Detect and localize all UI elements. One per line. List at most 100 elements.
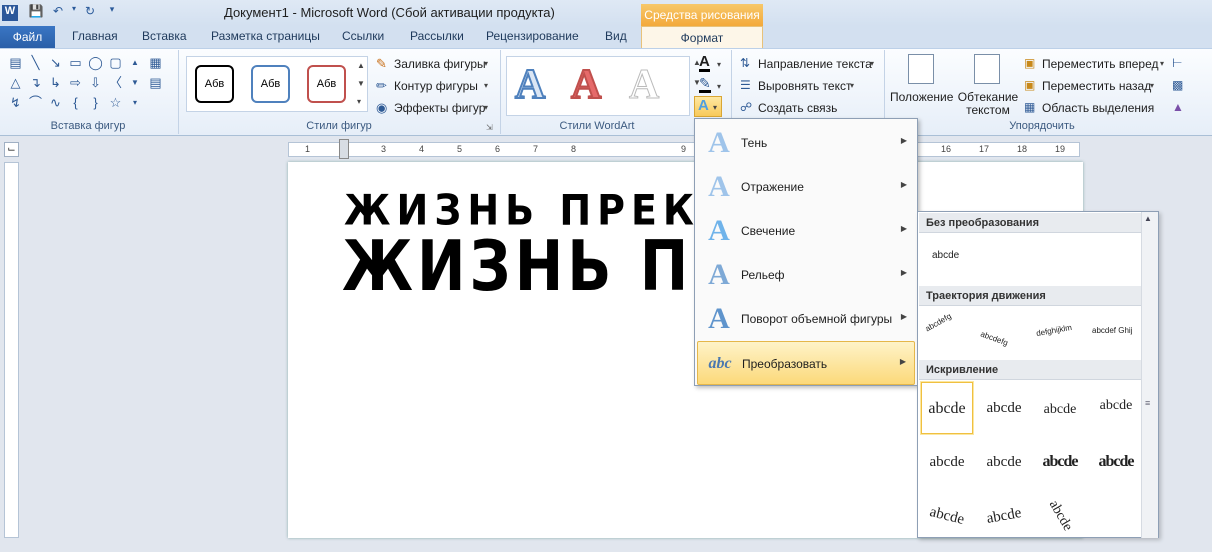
- group-icon[interactable]: ▩: [1172, 78, 1183, 92]
- warp-plain[interactable]: abcde: [921, 382, 973, 434]
- word-app-icon[interactable]: W: [2, 5, 18, 21]
- save-icon[interactable]: 💾: [28, 4, 44, 20]
- warp-circle[interactable]: abcde: [1024, 480, 1095, 551]
- submenu-scrollbar[interactable]: ▲ ≡: [1141, 212, 1158, 538]
- edit-shape-icon[interactable]: ▦: [146, 54, 165, 72]
- left-brace-shape-icon[interactable]: {: [66, 94, 85, 112]
- bring-forward-button[interactable]: ▣ Переместить вперед ▾: [1024, 54, 1164, 74]
- position-button[interactable]: Положение: [890, 54, 953, 118]
- star-shape-icon[interactable]: ☆: [106, 94, 125, 112]
- right-brace-shape-icon[interactable]: }: [86, 94, 105, 112]
- group-label-insert-shapes: Вставка фигур: [50, 120, 126, 132]
- warp-chevron-up[interactable]: abcde: [921, 436, 973, 488]
- shapes-scroll-up-icon[interactable]: ▲: [128, 54, 142, 72]
- shape-styles-more-icon[interactable]: ▾: [357, 97, 361, 106]
- wordart-styles-gallery[interactable]: A A A: [506, 56, 690, 116]
- tab-file[interactable]: Файл: [0, 26, 55, 48]
- curve-shape-icon[interactable]: ∿: [46, 94, 65, 112]
- path-circle[interactable]: defghijklm: [1032, 308, 1088, 358]
- redo-icon[interactable]: ↻: [82, 4, 98, 20]
- rectangle-shape-icon[interactable]: ▭: [66, 54, 85, 72]
- line-shape-icon[interactable]: ╲: [26, 54, 45, 72]
- wordart-style-blue[interactable]: A: [514, 61, 546, 109]
- elbow-connector-icon[interactable]: ↴: [26, 74, 45, 92]
- wordart-style-white[interactable]: A: [628, 61, 659, 109]
- tab-mailings[interactable]: Рассылки: [410, 29, 464, 43]
- tab-page-layout[interactable]: Разметка страницы: [211, 29, 320, 43]
- shapes-scroll-down-icon[interactable]: ▼: [128, 74, 142, 92]
- align-text-button[interactable]: ☰ Выровнять текст ▾: [738, 76, 880, 96]
- textbox-shape-icon[interactable]: ▤: [6, 54, 25, 72]
- vertical-ruler[interactable]: [4, 162, 19, 538]
- warp-ring-inside[interactable]: abcde: [1034, 436, 1086, 488]
- shapes-gallery[interactable]: ▤ ╲ ↘ ▭ ◯ ▢ △ ↴ ↳ ⇨ ⇩ 〈 ↯ ⌒ ∿ { } ☆ ▲ ▼ …: [6, 54, 146, 116]
- selection-pane-button[interactable]: ▦ Область выделения: [1024, 98, 1164, 118]
- warp-ring-outside[interactable]: abcde: [1090, 436, 1142, 488]
- path-button[interactable]: abcdef Ghij: [1090, 308, 1142, 358]
- horizontal-ruler[interactable]: 1 2 3 4 5 6 7 8 9 16 17 18 19: [288, 139, 1080, 159]
- wordart-style-red[interactable]: A: [570, 61, 602, 109]
- scroll-up-icon[interactable]: ▲: [1144, 214, 1152, 223]
- warp-arch-up[interactable]: abcde: [915, 484, 978, 547]
- menu-item-reflection[interactable]: A Отражение ▶: [697, 165, 915, 209]
- warp-button[interactable]: [1090, 490, 1142, 542]
- menu-item-bevel[interactable]: A Рельеф ▶: [697, 253, 915, 297]
- tab-home[interactable]: Главная: [72, 29, 118, 43]
- tab-references[interactable]: Ссылки: [342, 29, 384, 43]
- shape-style-black[interactable]: Абв: [195, 65, 234, 103]
- shapes-more-icon[interactable]: ▾: [128, 94, 142, 112]
- warp-triangle-up[interactable]: abcde: [1034, 384, 1086, 436]
- menu-item-glow[interactable]: A Свечение ▶: [697, 209, 915, 253]
- effects-icon: ◉: [376, 100, 388, 115]
- shape-styles-gallery[interactable]: Абв Абв Абв ▲ ▼ ▾: [186, 56, 368, 112]
- elbow-arrow-icon[interactable]: ↳: [46, 74, 65, 92]
- indent-marker[interactable]: [339, 139, 349, 159]
- warp-arch-down[interactable]: abcde: [974, 486, 1034, 546]
- create-link-button[interactable]: ☍ Создать связь: [738, 98, 880, 118]
- dialog-launcher-icon[interactable]: ⇲: [486, 123, 493, 132]
- shape-styles-down-icon[interactable]: ▼: [357, 79, 365, 88]
- path-arch-down[interactable]: abcdefg: [978, 308, 1030, 358]
- callout-shape-icon[interactable]: 〈: [106, 74, 125, 92]
- shape-outline-button[interactable]: ✏ Контур фигуры ▾: [374, 76, 492, 96]
- oval-shape-icon[interactable]: ◯: [86, 54, 105, 72]
- scroll-grip-icon[interactable]: ≡: [1145, 398, 1150, 408]
- shape-style-red[interactable]: Абв: [307, 65, 346, 103]
- tab-format[interactable]: Формат: [641, 26, 763, 49]
- tab-insert[interactable]: Вставка: [142, 29, 187, 43]
- arrow-line-shape-icon[interactable]: ↘: [46, 54, 65, 72]
- path-arch-up[interactable]: abcdefg: [922, 308, 974, 358]
- text-outline-button[interactable]: ✎ ▾: [697, 76, 725, 96]
- shape-fill-button[interactable]: ✎ Заливка фигуры ▾: [374, 54, 492, 74]
- shape-effects-button[interactable]: ◉ Эффекты фигур ▾: [374, 98, 492, 118]
- warp-chevron-down[interactable]: abcde: [978, 436, 1030, 488]
- right-arrow-shape-icon[interactable]: ⇨: [66, 74, 85, 92]
- undo-icon[interactable]: ↶: [50, 4, 66, 20]
- tab-selector-icon[interactable]: ⌙: [4, 142, 19, 157]
- shape-styles-up-icon[interactable]: ▲: [357, 61, 365, 70]
- text-fill-button[interactable]: A ▾: [697, 54, 725, 74]
- customize-qat-icon[interactable]: ▾: [104, 4, 120, 20]
- arc-shape-icon[interactable]: ⌒: [26, 94, 45, 112]
- lightning-shape-icon[interactable]: ↯: [6, 94, 25, 112]
- down-arrow-shape-icon[interactable]: ⇩: [86, 74, 105, 92]
- text-effects-button[interactable]: A ▾: [694, 96, 722, 117]
- send-backward-button[interactable]: ▣ Переместить назад ▾: [1024, 76, 1164, 96]
- warp-triangle-down[interactable]: abcde: [1090, 380, 1142, 432]
- menu-item-shadow[interactable]: A Тень ▶: [697, 121, 915, 165]
- align-icon[interactable]: ⊢: [1172, 56, 1182, 70]
- triangle-shape-icon[interactable]: △: [6, 74, 25, 92]
- tab-view[interactable]: Вид: [605, 29, 627, 43]
- shape-style-blue[interactable]: Абв: [251, 65, 290, 103]
- tab-review[interactable]: Рецензирование: [486, 29, 579, 43]
- no-transform-sample[interactable]: abcde: [932, 250, 959, 261]
- rotate-icon[interactable]: ▲: [1172, 100, 1184, 114]
- menu-item-transform[interactable]: abc Преобразовать ▶: [697, 341, 915, 385]
- draw-textbox-icon[interactable]: ▤: [146, 74, 165, 92]
- text-direction-button[interactable]: ⇅ Направление текста ▾: [738, 54, 880, 74]
- undo-dropdown-icon[interactable]: ▾: [66, 4, 82, 20]
- rounded-rect-shape-icon[interactable]: ▢: [106, 54, 125, 72]
- warp-stop[interactable]: abcde: [978, 382, 1030, 434]
- menu-item-3d-rotation[interactable]: A Поворот объемной фигуры ▶: [697, 297, 915, 341]
- wrap-text-button[interactable]: Обтекание текстом: [956, 54, 1020, 118]
